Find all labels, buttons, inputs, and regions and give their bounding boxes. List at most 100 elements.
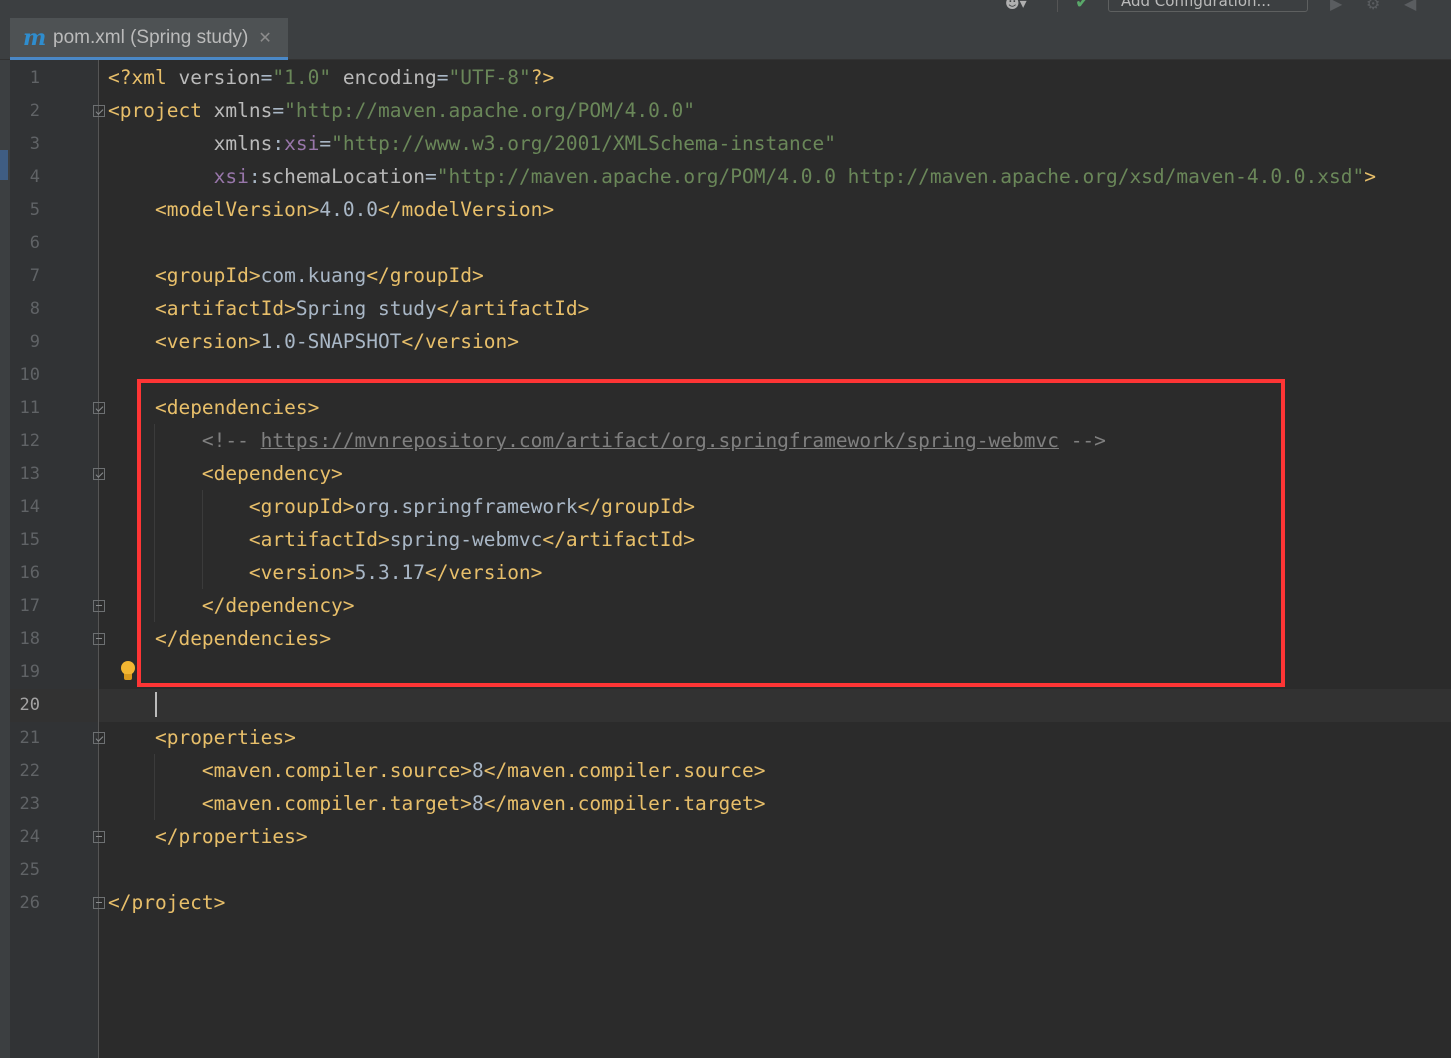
code-text[interactable]: xmlns:xsi="http://www.w3.org/2001/XMLSch…	[108, 133, 836, 155]
code-text[interactable]: <maven.compiler.source>8</maven.compiler…	[108, 759, 766, 782]
fold-end-icon[interactable]	[93, 831, 105, 843]
code-token-tag: >	[1364, 165, 1376, 188]
line-number[interactable]: 4	[10, 167, 40, 187]
code-token-txt: com.kuang	[260, 264, 367, 287]
code-line[interactable]: 1 <?xml version="1.0" encoding="UTF-8"?>	[10, 62, 1451, 95]
code-token-attr: xmlns	[213, 132, 273, 155]
code-line[interactable]: 2 <project xmlns="http://maven.apache.org…	[10, 95, 1451, 128]
line-number[interactable]: 20	[10, 695, 40, 715]
line-number[interactable]: 9	[10, 332, 40, 352]
code-token-txt: =	[319, 132, 332, 155]
text-caret	[155, 692, 157, 717]
code-line[interactable]: 9 <version>1.0-SNAPSHOT</version>	[10, 326, 1451, 359]
code-text[interactable]: <artifactId>Spring study</artifactId>	[108, 298, 589, 320]
line-number[interactable]: 23	[10, 794, 40, 814]
code-token-str: "http://maven.apache.org/POM/4.0.0"	[284, 99, 696, 122]
code-token-tag: </properties>	[154, 825, 308, 848]
code-line[interactable]: 8 <artifactId>Spring study</artifactId>	[10, 293, 1451, 326]
line-number[interactable]: 2	[10, 101, 40, 121]
code-token-str: "http://www.w3.org/2001/XMLSchema-instan…	[331, 132, 836, 155]
code-token-txt: 8	[471, 792, 484, 815]
code-token-tag: <properties>	[154, 726, 296, 749]
line-number[interactable]: 15	[10, 530, 40, 550]
line-number[interactable]: 18	[10, 629, 40, 649]
line-number[interactable]: 5	[10, 200, 40, 220]
fold-collapse-icon[interactable]	[93, 402, 105, 414]
fold-end-icon[interactable]	[93, 633, 105, 645]
code-token-ns: xsi	[213, 165, 249, 188]
code-text[interactable]: </properties>	[108, 826, 308, 848]
code-text[interactable]: <maven.compiler.target>8</maven.compiler…	[108, 792, 766, 815]
coverage-icon[interactable]: ◀	[1404, 0, 1416, 13]
fold-collapse-icon[interactable]	[93, 468, 105, 480]
build-hammer-icon[interactable]: ✔	[1075, 0, 1090, 13]
line-number[interactable]: 22	[10, 761, 40, 781]
code-line[interactable]: 7 <groupId>com.kuang</groupId>	[10, 260, 1451, 293]
code-token-attr: schemaLocation	[260, 165, 426, 188]
code-text[interactable]: <version>1.0-SNAPSHOT</version>	[108, 331, 519, 353]
code-token-tag: </artifactId>	[436, 297, 590, 320]
fold-end-icon[interactable]	[93, 600, 105, 612]
intention-lightbulb-icon[interactable]	[120, 661, 136, 683]
code-line[interactable]: 26 </project>	[10, 887, 1451, 920]
code-token-txt: =	[272, 99, 285, 122]
code-text[interactable]: xsi:schemaLocation="http://maven.apache.…	[108, 166, 1376, 188]
fold-collapse-icon[interactable]	[93, 732, 105, 744]
code-token-attr: xmlns	[213, 99, 273, 122]
line-number[interactable]: 14	[10, 497, 40, 517]
code-line[interactable]: 24 </properties>	[10, 821, 1451, 854]
fold-end-icon[interactable]	[93, 897, 105, 909]
code-line[interactable]: 5 <modelVersion>4.0.0</modelVersion>	[10, 194, 1451, 227]
line-number[interactable]: 12	[10, 431, 40, 451]
code-token-txt: 4.0.0	[319, 198, 379, 221]
code-text[interactable]: <properties>	[108, 727, 296, 749]
debug-icon[interactable]: ⚙	[1366, 0, 1380, 13]
code-line[interactable]: 6	[10, 227, 1451, 260]
line-number[interactable]: 21	[10, 728, 40, 748]
line-number[interactable]: 1	[10, 68, 40, 88]
code-line[interactable]: 20	[10, 689, 1451, 722]
code-text[interactable]: <modelVersion>4.0.0</modelVersion>	[108, 199, 554, 221]
line-number[interactable]: 16	[10, 563, 40, 583]
code-token-tag: </modelVersion>	[378, 198, 555, 221]
code-text[interactable]: </project>	[108, 892, 225, 914]
line-number[interactable]: 24	[10, 827, 40, 847]
code-text[interactable]: <?xml version="1.0" encoding="UTF-8"?>	[108, 67, 554, 89]
line-number[interactable]: 26	[10, 893, 40, 913]
code-line[interactable]: 4 xsi:schemaLocation="http://maven.apach…	[10, 161, 1451, 194]
line-number[interactable]: 11	[10, 398, 40, 418]
code-token-attr: version	[178, 66, 261, 89]
code-text[interactable]: <groupId>com.kuang</groupId>	[108, 265, 484, 287]
code-token-tag: <maven.compiler.target>	[201, 792, 472, 815]
line-number[interactable]: 19	[10, 662, 40, 682]
fold-collapse-icon[interactable]	[93, 105, 105, 117]
line-number[interactable]: 7	[10, 266, 40, 286]
user-icon[interactable]: ☻▾	[1005, 0, 1037, 12]
code-line[interactable]: 22 <maven.compiler.source>8</maven.compi…	[10, 755, 1451, 788]
code-line[interactable]: 25	[10, 854, 1451, 887]
line-number[interactable]: 10	[10, 365, 40, 385]
project-panel-marker[interactable]	[0, 150, 8, 180]
line-number[interactable]: 25	[10, 860, 40, 880]
code-token-tag: </maven.compiler.target>	[483, 792, 766, 815]
line-number[interactable]: 3	[10, 134, 40, 154]
tab-pom-xml[interactable]: m pom.xml (Spring study) ✕	[10, 18, 288, 60]
code-line[interactable]: 3 xmlns:xsi="http://www.w3.org/2001/XMLS…	[10, 128, 1451, 161]
code-text[interactable]: <project xmlns="http://maven.apache.org/…	[108, 100, 695, 122]
line-number[interactable]: 8	[10, 299, 40, 319]
line-number[interactable]: 6	[10, 233, 40, 253]
line-number[interactable]: 17	[10, 596, 40, 616]
line-number[interactable]: 13	[10, 464, 40, 484]
run-icon[interactable]: ▶	[1330, 0, 1342, 13]
code-token-txt: =	[425, 165, 437, 188]
code-token-decl: ?>	[530, 66, 555, 89]
code-line[interactable]: 21 <properties>	[10, 722, 1451, 755]
run-configuration-dropdown[interactable]: Add Configuration...	[1108, 0, 1308, 12]
code-line[interactable]: 23 <maven.compiler.target>8</maven.compi…	[10, 788, 1451, 821]
close-icon[interactable]: ✕	[258, 28, 271, 47]
